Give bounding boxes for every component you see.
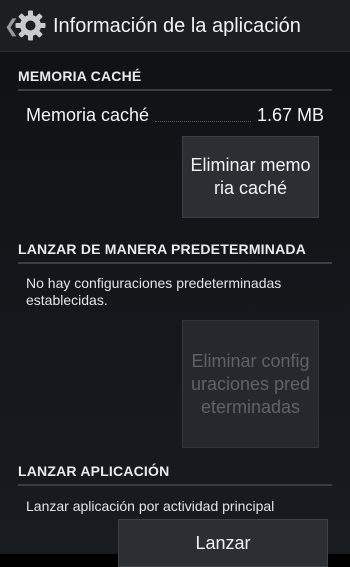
cache-section-header: MEMORIA CACHÉ <box>18 68 142 84</box>
no-defaults-message: No hay configuraciones predeterminadas e… <box>26 275 282 308</box>
launch-button-label: Lanzar <box>195 533 251 553</box>
page-title: Información de la aplicación <box>53 15 301 37</box>
section-divider <box>18 89 332 91</box>
settings-gear-icon[interactable] <box>14 9 47 42</box>
app-info-content[interactable]: MEMORIA CACHÉ Memoria caché 1.67 MB Elim… <box>0 52 350 567</box>
launch-button[interactable]: Lanzar <box>118 519 328 567</box>
section-divider <box>18 484 332 486</box>
launch-section-header: LANZAR APLICACIÓN <box>18 463 170 479</box>
clear-defaults-button: Eliminar configuraciones predeterminadas <box>182 320 319 448</box>
cache-size-value: 1.67 MB <box>256 105 324 125</box>
cache-size-label: Memoria caché <box>26 105 150 125</box>
dotted-leader <box>155 121 251 122</box>
section-divider <box>18 262 332 264</box>
cache-size-row: Memoria caché 1.67 MB <box>26 104 324 126</box>
clear-cache-button[interactable]: Eliminar memoria caché <box>182 136 319 218</box>
defaults-section-header: LANZAR DE MANERA PREDETERMINADA <box>18 241 307 257</box>
action-bar: ❮ Información de la aplicación <box>0 0 350 52</box>
clear-defaults-button-label: Eliminar configuraciones predeterminadas <box>190 350 311 417</box>
launch-message: Lanzar aplicación por actividad principa… <box>26 498 275 514</box>
clear-cache-button-label: Eliminar memoria caché <box>190 155 311 198</box>
